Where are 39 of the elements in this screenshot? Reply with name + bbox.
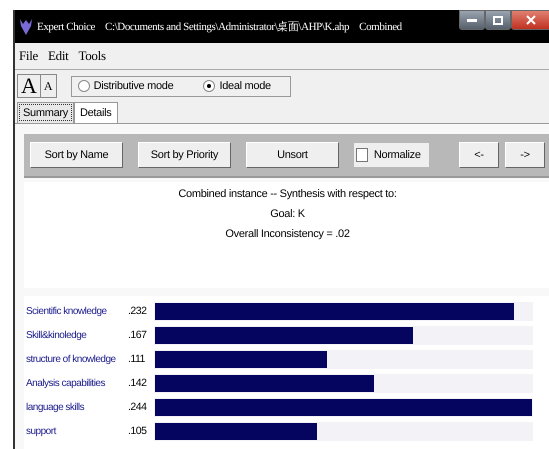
priority-value: .142	[128, 376, 148, 391]
goal-label: Goal: K	[270, 208, 305, 220]
tab[interactable]: Details	[74, 102, 118, 123]
inconsistency-label: Overall Inconsistency = .02	[225, 228, 350, 240]
criterion-name: Scientific knowledge	[26, 305, 108, 319]
synthesis-heading: Combined instance -- Synthesis with respect to:	[178, 188, 397, 200]
file-path: C:\Documents and Settings\Administrator\桌面\AHP\K.ahp	[105, 20, 350, 34]
menu-item[interactable]: File	[19, 48, 38, 64]
sort-button[interactable]: Unsort	[246, 142, 339, 168]
mode-radio[interactable]: Ideal mode	[203, 80, 271, 92]
priority-value: .111	[128, 352, 146, 367]
minimize-icon	[467, 18, 477, 22]
priority-value: .232	[128, 304, 148, 319]
criterion-name: structure of knowledge	[26, 353, 117, 367]
maximize-button[interactable]	[485, 10, 511, 30]
maximize-icon	[493, 16, 503, 24]
close-icon	[526, 15, 536, 25]
window-title: Expert Choice	[37, 20, 96, 32]
close-button[interactable]	[511, 10, 549, 30]
app-icon	[19, 18, 33, 36]
nav-button[interactable]: <-	[459, 142, 500, 168]
priority-value: .167	[128, 328, 148, 343]
criterion-name: Analysis capabilities	[26, 377, 106, 391]
tab[interactable]: Summary	[17, 102, 74, 123]
sort-button[interactable]: Sort by Priority	[138, 142, 231, 168]
criterion-name: support	[26, 425, 58, 439]
criterion-name: Skill&kinoledge	[26, 329, 88, 343]
normalize-checkbox[interactable]: Normalize	[354, 143, 430, 167]
priority-value: .244	[128, 400, 148, 415]
minimize-button[interactable]	[459, 10, 485, 30]
increase-font-button[interactable]: A	[18, 75, 41, 97]
sort-button[interactable]: Sort by Name	[30, 142, 123, 168]
priority-value: .105	[128, 424, 148, 439]
menu-item[interactable]: Tools	[78, 48, 106, 64]
mode-radio[interactable]: Distributive mode	[78, 80, 174, 92]
window-mode: Combined	[359, 20, 402, 32]
nav-button[interactable]: ->	[505, 142, 546, 168]
menu-item[interactable]: Edit	[48, 48, 68, 64]
criterion-name: language skills	[26, 401, 86, 415]
